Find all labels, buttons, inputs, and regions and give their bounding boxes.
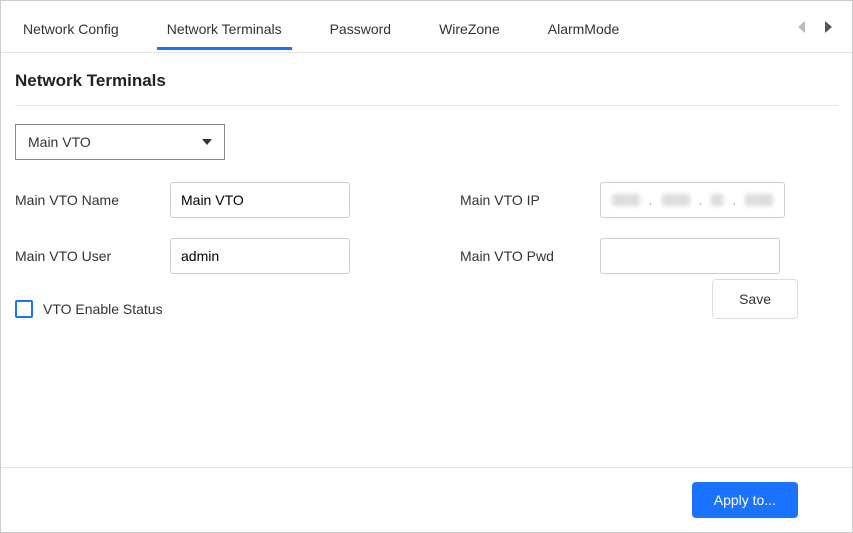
vto-ip-input[interactable]: . . . [600, 182, 785, 218]
vto-name-input[interactable] [170, 182, 350, 218]
tab-scroll-arrows [798, 21, 840, 33]
caret-down-icon [202, 139, 212, 145]
vto-enable-checkbox[interactable] [15, 300, 33, 318]
ip-segment [612, 194, 640, 206]
ip-segment [711, 194, 723, 206]
tab-scroll-left-icon[interactable] [798, 21, 805, 33]
window: Network Config Network Terminals Passwor… [0, 0, 853, 533]
tab-network-config[interactable]: Network Config [13, 5, 129, 49]
vto-user-input[interactable] [170, 238, 350, 274]
vto-enable-label: VTO Enable Status [43, 301, 163, 317]
section-title: Network Terminals [15, 71, 838, 91]
tab-network-terminals[interactable]: Network Terminals [157, 5, 292, 49]
vto-pwd-input[interactable] [600, 238, 780, 274]
divider [15, 105, 838, 106]
vto-ip-label: Main VTO IP [460, 192, 600, 208]
content-area: Network Terminals Main VTO Main VTO Name… [1, 53, 852, 467]
tab-alarmmode[interactable]: AlarmMode [538, 5, 630, 49]
vto-name-label: Main VTO Name [15, 192, 170, 208]
tab-wirezone[interactable]: WireZone [429, 5, 510, 49]
tab-bar: Network Config Network Terminals Passwor… [1, 1, 852, 53]
footer: Apply to... [1, 467, 852, 532]
vto-user-label: Main VTO User [15, 248, 170, 264]
ip-segment [745, 194, 773, 206]
tab-scroll-right-icon[interactable] [825, 21, 832, 33]
apply-to-button[interactable]: Apply to... [692, 482, 798, 518]
ip-segment [662, 194, 690, 206]
vto-select[interactable]: Main VTO [15, 124, 225, 160]
save-button[interactable]: Save [712, 279, 798, 319]
vto-select-value: Main VTO [28, 134, 91, 150]
form-grid: Main VTO Name Main VTO IP . . . Main VTO… [15, 182, 838, 274]
vto-pwd-label: Main VTO Pwd [460, 248, 600, 264]
tab-password[interactable]: Password [320, 5, 401, 49]
